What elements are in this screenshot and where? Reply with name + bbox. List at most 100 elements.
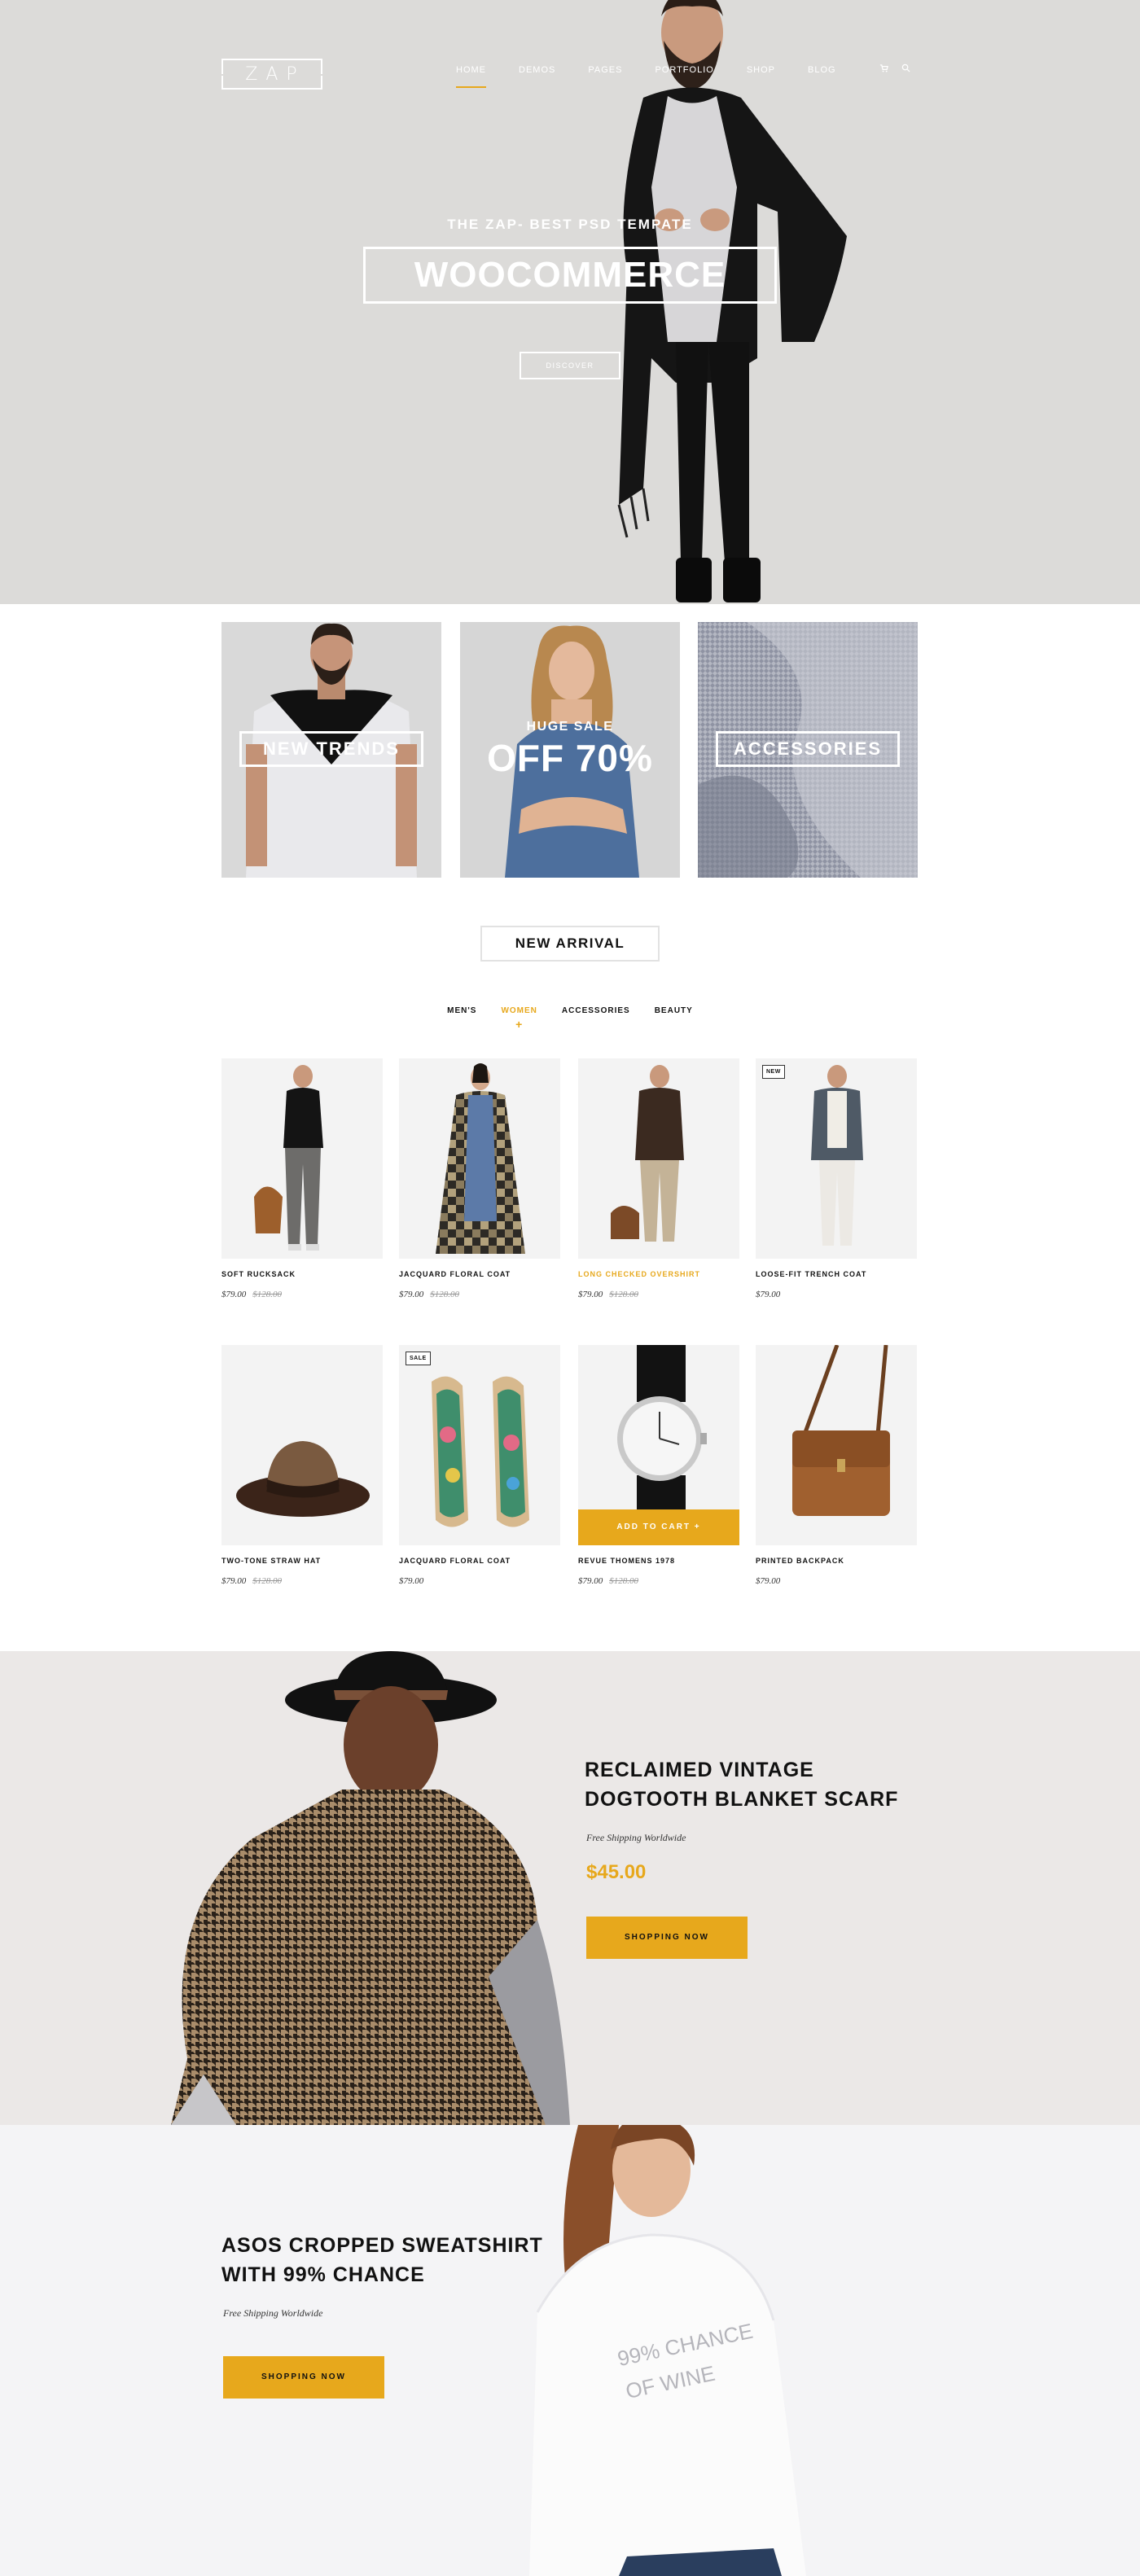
product-price: $79.00 — [399, 1576, 560, 1586]
old-price: $128.00 — [252, 1576, 282, 1586]
logo[interactable]: ZAP — [217, 59, 327, 90]
floral-espadrilles-photo — [399, 1345, 560, 1545]
nav-item-home[interactable]: HOME — [456, 65, 486, 88]
new-arrival-title: NEW ARRIVAL — [480, 926, 660, 962]
off-70-text: OFF 70% — [487, 737, 653, 779]
soft-rucksack-photo — [221, 1058, 383, 1259]
banner-accessories[interactable]: ACCESSORIES — [698, 622, 918, 878]
nav-item-portfolio[interactable]: PORTFOLIO — [655, 65, 713, 75]
filter-mens[interactable]: MEN'S — [447, 1006, 476, 1015]
product-name[interactable]: LOOSE-FIT TRENCH COAT — [756, 1270, 917, 1278]
product-image[interactable] — [399, 1058, 560, 1259]
filter-women[interactable]: WOMEN — [501, 1006, 537, 1015]
sweatshirt-title-line1: ASOS CROPPED SWEATSHIRT — [221, 2234, 543, 2257]
nav-icons — [879, 64, 910, 72]
old-price: $128.00 — [252, 1290, 282, 1299]
scarf-title: RECLAIMED VINTAGE DOGTOOTH BLANKET SCARF — [585, 1755, 898, 1814]
product-name[interactable]: LONG CHECKED OVERSHIRT — [578, 1270, 739, 1278]
promo-sweatshirt-section: 99% CHANCE OF WINE ASOS CROPPED SWEATSHI… — [0, 2125, 1140, 2576]
product-name[interactable]: JACQUARD FLORAL COAT — [399, 1557, 560, 1565]
current-price: $79.00 — [756, 1290, 781, 1299]
add-to-cart-button[interactable]: ADD TO CART + — [578, 1509, 739, 1545]
product-name[interactable]: PRINTED BACKPACK — [756, 1557, 917, 1565]
old-price: $128.00 — [609, 1290, 638, 1299]
product-image[interactable] — [221, 1058, 383, 1259]
product-price: $79.00 $128.00 — [578, 1576, 739, 1586]
product-image[interactable]: NEW — [756, 1058, 917, 1259]
current-price: $79.00 — [756, 1576, 781, 1586]
hero-section: ZAP HOME DEMOS PAGES PORTFOLIO SHOP BLOG… — [0, 0, 1140, 604]
scarf-price: $45.00 — [586, 1861, 647, 1883]
jacquard-coat-photo — [399, 1058, 560, 1259]
nav-item-pages[interactable]: PAGES — [588, 65, 622, 75]
promo-scarf-section: RECLAIMED VINTAGE DOGTOOTH BLANKET SCARF… — [0, 1651, 1140, 2125]
scarf-model-image — [171, 1651, 570, 2125]
sweatshirt-title: ASOS CROPPED SWEATSHIRT WITH 99% CHANCE — [221, 2231, 543, 2289]
old-price: $128.00 — [609, 1576, 638, 1586]
current-price: $79.00 — [399, 1576, 424, 1586]
product-name[interactable]: TWO-TONE STRAW HAT — [221, 1557, 383, 1565]
banner-new-trends[interactable]: NEW TRENDS — [221, 622, 441, 878]
hero-eyebrow: THE ZAP- BEST PSD TEMPATE — [447, 217, 693, 232]
nav-item-demos[interactable]: DEMOS — [519, 65, 555, 75]
banner-huge-sale[interactable]: HUGE SALE OFF 70% — [460, 622, 680, 878]
hero-title: WOOCOMMERCE — [363, 247, 777, 304]
product-price: $79.00 — [756, 1290, 917, 1299]
current-price: $79.00 — [399, 1290, 424, 1299]
sale-badge: SALE — [406, 1352, 431, 1365]
current-price: $79.00 — [578, 1290, 603, 1299]
huge-sale-eyebrow: HUGE SALE — [526, 720, 614, 734]
current-price: $79.00 — [221, 1576, 247, 1586]
product-price: $79.00 $128.00 — [399, 1290, 560, 1299]
scarf-shopping-now-button[interactable]: SHOPPING NOW — [586, 1917, 748, 1959]
scarf-title-line2: DOGTOOTH BLANKET SCARF — [585, 1788, 899, 1811]
current-price: $79.00 — [578, 1576, 603, 1586]
product-image[interactable]: ADD TO CART + — [578, 1345, 739, 1545]
sweatshirt-shipping-note: Free Shipping Worldwide — [223, 2307, 323, 2319]
search-icon[interactable] — [901, 64, 910, 72]
product-name[interactable]: JACQUARD FLORAL COAT — [399, 1270, 560, 1278]
nav-item-shop[interactable]: SHOP — [747, 65, 775, 75]
product-price: $79.00 $128.00 — [578, 1290, 739, 1299]
product-price: $79.00 — [756, 1576, 917, 1586]
product-card[interactable]: SOFT RUCKSACK $79.00 $128.00 — [221, 1058, 383, 1299]
product-price: $79.00 $128.00 — [221, 1290, 383, 1299]
product-card[interactable]: JACQUARD FLORAL COAT $79.00 $128.00 — [399, 1058, 560, 1299]
new-trends-label: NEW TRENDS — [239, 731, 423, 767]
filter-accessories[interactable]: ACCESSORIES — [562, 1006, 630, 1015]
product-name[interactable]: SOFT RUCKSACK — [221, 1270, 383, 1278]
category-filters: MEN'S WOMEN ACCESSORIES BEAUTY — [0, 1006, 1140, 1015]
scarf-title-line1: RECLAIMED VINTAGE — [585, 1759, 814, 1781]
discover-button[interactable]: DISCOVER — [520, 352, 620, 379]
sweatshirt-model-image: 99% CHANCE OF WINE — [529, 2125, 806, 2576]
sweatshirt-shopping-now-button[interactable]: SHOPPING NOW — [223, 2356, 384, 2399]
nav-item-blog[interactable]: BLOG — [808, 65, 836, 75]
product-price: $79.00 $128.00 — [221, 1576, 383, 1586]
product-image[interactable] — [578, 1058, 739, 1259]
new-badge: NEW — [762, 1065, 785, 1079]
product-card[interactable]: NEW LOOSE-FIT TRENCH COAT $79.00 — [756, 1058, 917, 1299]
old-price: $128.00 — [430, 1290, 459, 1299]
printed-backpack-photo — [756, 1345, 917, 1545]
sweatshirt-title-line2: WITH 99% CHANCE — [221, 2263, 425, 2286]
cart-icon[interactable] — [879, 64, 888, 72]
product-image[interactable] — [221, 1345, 383, 1545]
accessories-label: ACCESSORIES — [716, 731, 900, 767]
page: ZAP HOME DEMOS PAGES PORTFOLIO SHOP BLOG… — [0, 0, 1140, 2576]
logo-text: ZAP — [245, 64, 305, 85]
filter-beauty[interactable]: BEAUTY — [655, 1006, 693, 1015]
product-image[interactable]: SALE — [399, 1345, 560, 1545]
product-card[interactable]: PRINTED BACKPACK $79.00 — [756, 1345, 917, 1586]
loose-fit-trench-coat-photo — [756, 1058, 917, 1259]
scarf-shipping-note: Free Shipping Worldwide — [586, 1832, 686, 1843]
straw-hat-photo — [221, 1345, 383, 1545]
product-image[interactable] — [756, 1345, 917, 1545]
main-nav: HOME DEMOS PAGES PORTFOLIO SHOP BLOG — [456, 65, 869, 88]
current-price: $79.00 — [221, 1290, 247, 1299]
product-card[interactable]: SALE JACQUARD FLORAL COAT $79.00 — [399, 1345, 560, 1586]
long-checked-overshirt-photo — [578, 1058, 739, 1259]
product-card[interactable]: LONG CHECKED OVERSHIRT $79.00 $128.00 — [578, 1058, 739, 1299]
product-name[interactable]: REVUE THOMENS 1978 — [578, 1557, 739, 1565]
product-card[interactable]: TWO-TONE STRAW HAT $79.00 $128.00 — [221, 1345, 383, 1586]
product-card[interactable]: ADD TO CART + REVUE THOMENS 1978 $79.00 $… — [578, 1345, 739, 1586]
